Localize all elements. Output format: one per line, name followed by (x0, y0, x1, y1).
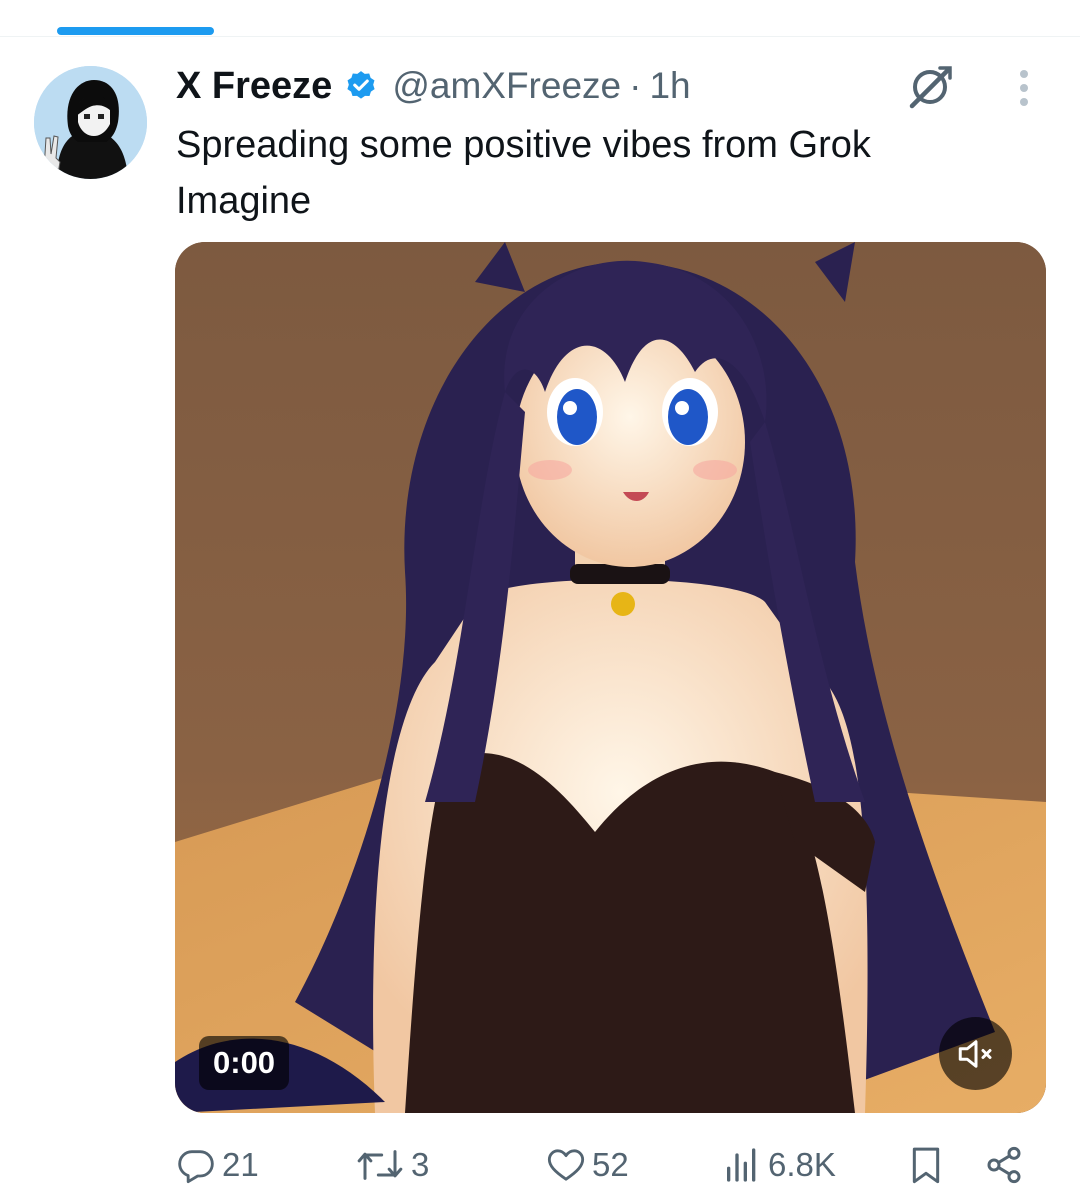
tweet-view: X Freeze @amXFreeze · 1h Spreading some … (0, 0, 1080, 1199)
views-button[interactable]: 6.8K (722, 1140, 836, 1190)
timestamp[interactable]: 1h (649, 65, 690, 107)
video-frame-image (175, 242, 1046, 1113)
user-handle[interactable]: @amXFreeze (392, 65, 621, 107)
more-vertical-icon (1020, 70, 1028, 78)
views-count: 6.8K (768, 1146, 836, 1183)
share-button[interactable] (984, 1140, 1024, 1190)
tweet-header: X Freeze @amXFreeze · 1h (176, 62, 691, 110)
bookmark-button[interactable] (906, 1140, 946, 1190)
views-chart-icon (727, 1148, 756, 1182)
verified-badge-icon (344, 69, 378, 103)
share-icon (987, 1146, 1021, 1184)
reply-icon (178, 1150, 214, 1184)
repost-count: 3 (411, 1146, 430, 1183)
reply-button[interactable]: 21 (176, 1140, 259, 1190)
tweet-text: Spreading some positive vibes from Grok … (176, 124, 871, 222)
separator-dot: · (629, 65, 642, 106)
like-count: 52 (592, 1146, 629, 1183)
heart-icon (547, 1149, 585, 1181)
grok-icon (909, 66, 952, 109)
avatar-image (34, 66, 147, 179)
speaker-muted-icon (958, 1039, 991, 1068)
avatar[interactable] (34, 66, 147, 179)
mute-toggle-button[interactable] (939, 1017, 1012, 1090)
divider (0, 36, 1080, 37)
bookmark-icon (912, 1147, 940, 1184)
active-tab-indicator (57, 27, 214, 35)
like-button[interactable]: 52 (546, 1140, 629, 1190)
repost-button[interactable]: 3 (355, 1140, 429, 1190)
repost-icon (357, 1150, 403, 1180)
reply-count: 21 (222, 1146, 259, 1183)
display-name[interactable]: X Freeze (176, 65, 332, 108)
video-player[interactable] (175, 242, 1046, 1113)
grok-button[interactable] (904, 60, 956, 112)
more-options-button[interactable] (1008, 66, 1040, 110)
video-timestamp: 0:00 (199, 1036, 290, 1090)
